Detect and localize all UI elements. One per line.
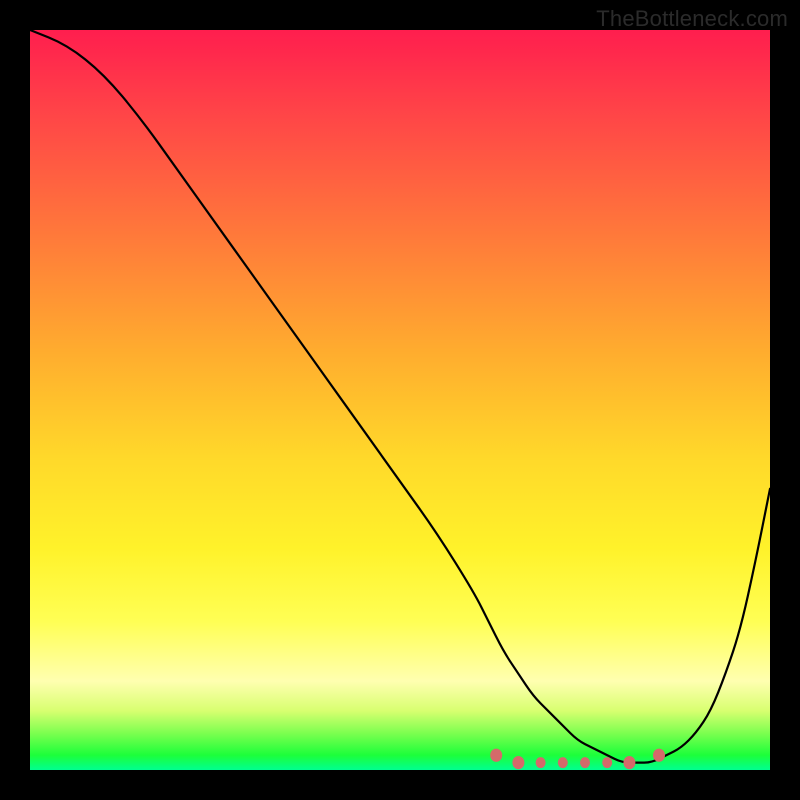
curve-marker <box>490 749 502 762</box>
curve-marker <box>558 757 568 768</box>
curve-marker <box>536 757 546 768</box>
watermark-text: TheBottleneck.com <box>596 6 788 32</box>
curve-marker <box>653 749 665 762</box>
curve-markers <box>490 749 665 770</box>
curve-marker <box>602 757 612 768</box>
curve-marker <box>512 756 524 769</box>
chart-svg <box>30 30 770 770</box>
chart-plot-area <box>30 30 770 770</box>
chart-frame: TheBottleneck.com <box>0 0 800 800</box>
curve-marker <box>623 756 635 769</box>
bottleneck-curve <box>30 30 770 763</box>
curve-marker <box>580 757 590 768</box>
